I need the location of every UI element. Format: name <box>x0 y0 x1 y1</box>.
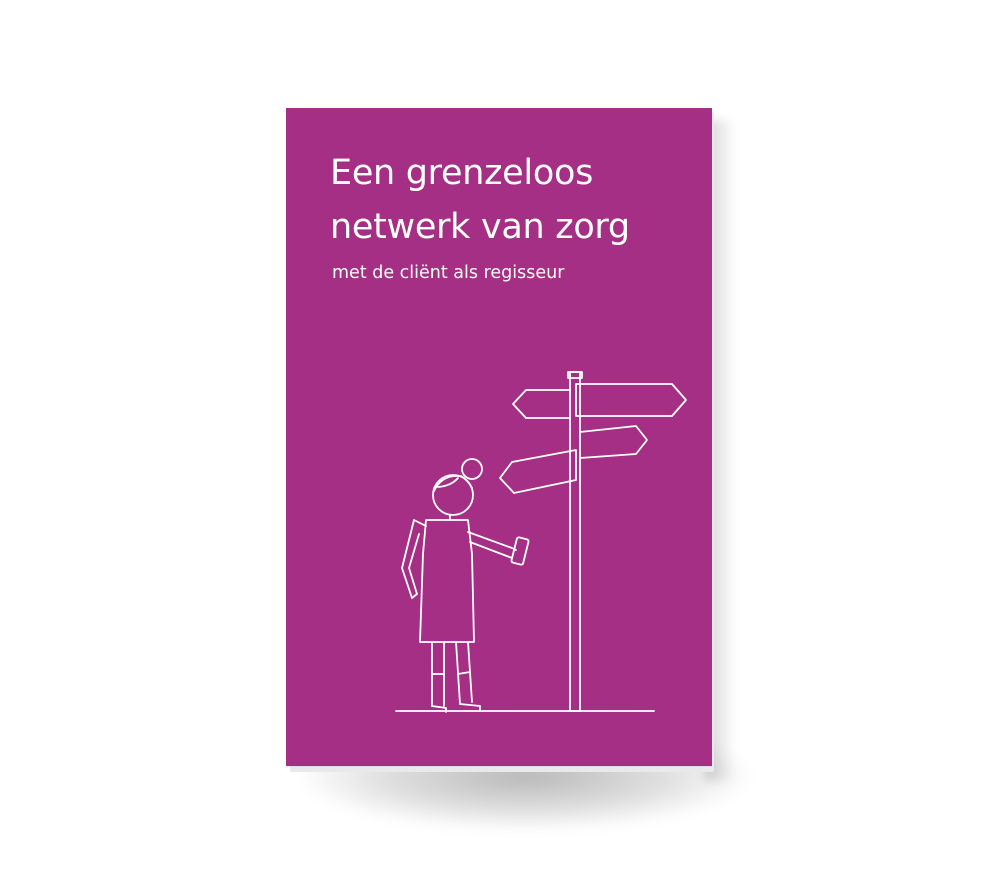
sign-middle-right <box>579 425 648 459</box>
woman-at-signpost-icon <box>395 371 687 713</box>
sign-upper-left <box>512 389 571 419</box>
hair-bun <box>461 458 483 480</box>
sign-lower-left <box>499 449 577 494</box>
right-arm <box>467 531 517 559</box>
dress <box>419 519 475 643</box>
woman-figure <box>401 458 530 713</box>
sign-upper-right <box>575 383 687 417</box>
phone <box>510 536 530 566</box>
product-mockup: Een grenzeloos netwerk van zorg met de c… <box>0 0 1000 879</box>
signpost-pole <box>567 371 583 712</box>
